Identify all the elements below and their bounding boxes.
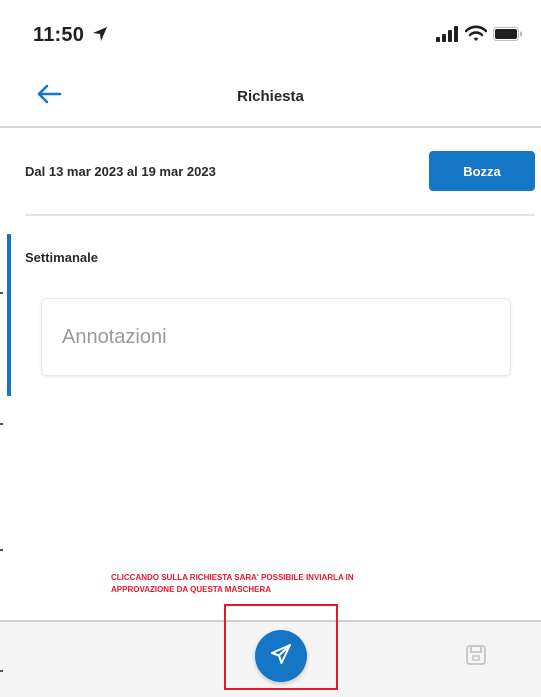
request-period: Dal 13 mar 2023 al 19 mar 2023: [25, 164, 216, 179]
page-title: Richiesta: [237, 88, 304, 105]
annotation-line-1: CLICCANDO SULLA RICHIESTA SARA' POSSIBIL…: [111, 573, 354, 582]
send-icon: [269, 642, 293, 671]
status-badge-button[interactable]: Bozza: [429, 151, 535, 191]
section-accent-bar: [7, 234, 11, 396]
send-button[interactable]: [255, 630, 307, 682]
navigation-bar: Richiesta: [0, 70, 541, 128]
cellular-signal-icon: [436, 26, 460, 47]
status-bar: 11:50: [0, 0, 541, 70]
edge-marks: [0, 0, 3, 695]
battery-icon: [493, 27, 523, 46]
annotation-line-2: APPROVAZIONE DA QUESTA MASCHERA: [111, 585, 272, 594]
save-icon: [465, 644, 487, 671]
save-button[interactable]: [464, 644, 488, 671]
status-time: 11:50: [33, 24, 85, 46]
location-arrow-icon: [92, 26, 108, 47]
section-title: Settimanale: [25, 250, 98, 265]
divider: [25, 214, 535, 216]
wifi-icon: [464, 25, 488, 47]
notes-input[interactable]: [41, 298, 511, 376]
annotation-note: CLICCANDO SULLA RICHIESTA SARA' POSSIBIL…: [111, 572, 441, 596]
